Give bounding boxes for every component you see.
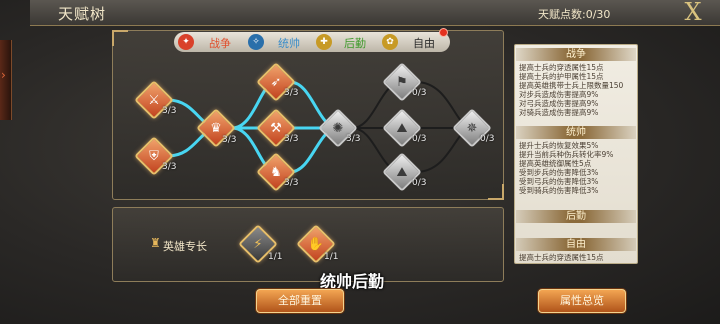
talent-count: 3/3: [284, 178, 299, 188]
talent-count: 3/3: [284, 134, 299, 144]
attribute-line: 提高士兵的穿透属性15点: [519, 253, 604, 262]
attribute-line: 提高士兵的护甲属性15点: [519, 72, 604, 81]
talent-count: 0/3: [412, 88, 427, 98]
attribute-line: 提高士兵的穿透属性15点: [519, 63, 604, 72]
talent-count: 0/3: [412, 134, 427, 144]
talent-count: 3/3: [284, 88, 299, 98]
section-heading-war: 战争: [516, 48, 636, 61]
attribute-line: 提高英雄统御属性5点: [519, 159, 592, 168]
hero-specialty-label: 英雄专长: [163, 240, 207, 253]
talent-count: 3/3: [222, 135, 237, 145]
mountain-icon: ⛰: [396, 164, 408, 180]
active-links: [166, 80, 340, 174]
attribute-line: 提升当前兵种伤兵转化率9%: [519, 150, 614, 159]
talent-count: 3/3: [346, 134, 361, 144]
attribute-line: 受到弓兵的伤害降低3%: [519, 177, 599, 186]
attribute-overview-button[interactable]: 属性总览: [538, 289, 626, 313]
attribute-line: 受到步兵的伤害降低3%: [519, 168, 599, 177]
helmet-icon: ♜: [150, 236, 161, 250]
mountain-icon: ⛰: [396, 120, 408, 136]
skill-count: 1/1: [268, 252, 283, 262]
attribute-line: 对弓兵造成伤害提高9%: [519, 99, 599, 108]
section-heading-freedom: 自由: [516, 238, 636, 251]
talent-count: 0/3: [412, 178, 427, 188]
attribute-line: 对骑兵造成伤害提高9%: [519, 108, 599, 117]
attribute-line: 提升士兵的恢复效果5%: [519, 141, 599, 150]
talent-count: 0/3: [480, 134, 495, 144]
reset-all-button[interactable]: 全部重置: [256, 289, 344, 313]
talent-count: 3/3: [162, 106, 177, 116]
game-screen: › 天赋树 天赋点数:0/30 X ✦ 战争 ✧ 统帅 ✚ 后勤 ✿ 自由 ⚔ …: [0, 0, 720, 324]
skill-count: 1/1: [324, 252, 339, 262]
talent-count: 3/3: [162, 162, 177, 172]
attribute-line: 提高英雄携带士兵上限数量150: [519, 81, 624, 90]
section-heading-logistics: 后勤: [516, 210, 636, 223]
section-heading-command: 统帅: [516, 126, 636, 139]
banner-icon: ⚑: [396, 74, 408, 90]
attribute-line: 对步兵造成伤害提高9%: [519, 90, 599, 99]
lightning-icon: ⚡: [253, 236, 263, 252]
attribute-line: 受到骑兵的伤害降低3%: [519, 186, 599, 195]
